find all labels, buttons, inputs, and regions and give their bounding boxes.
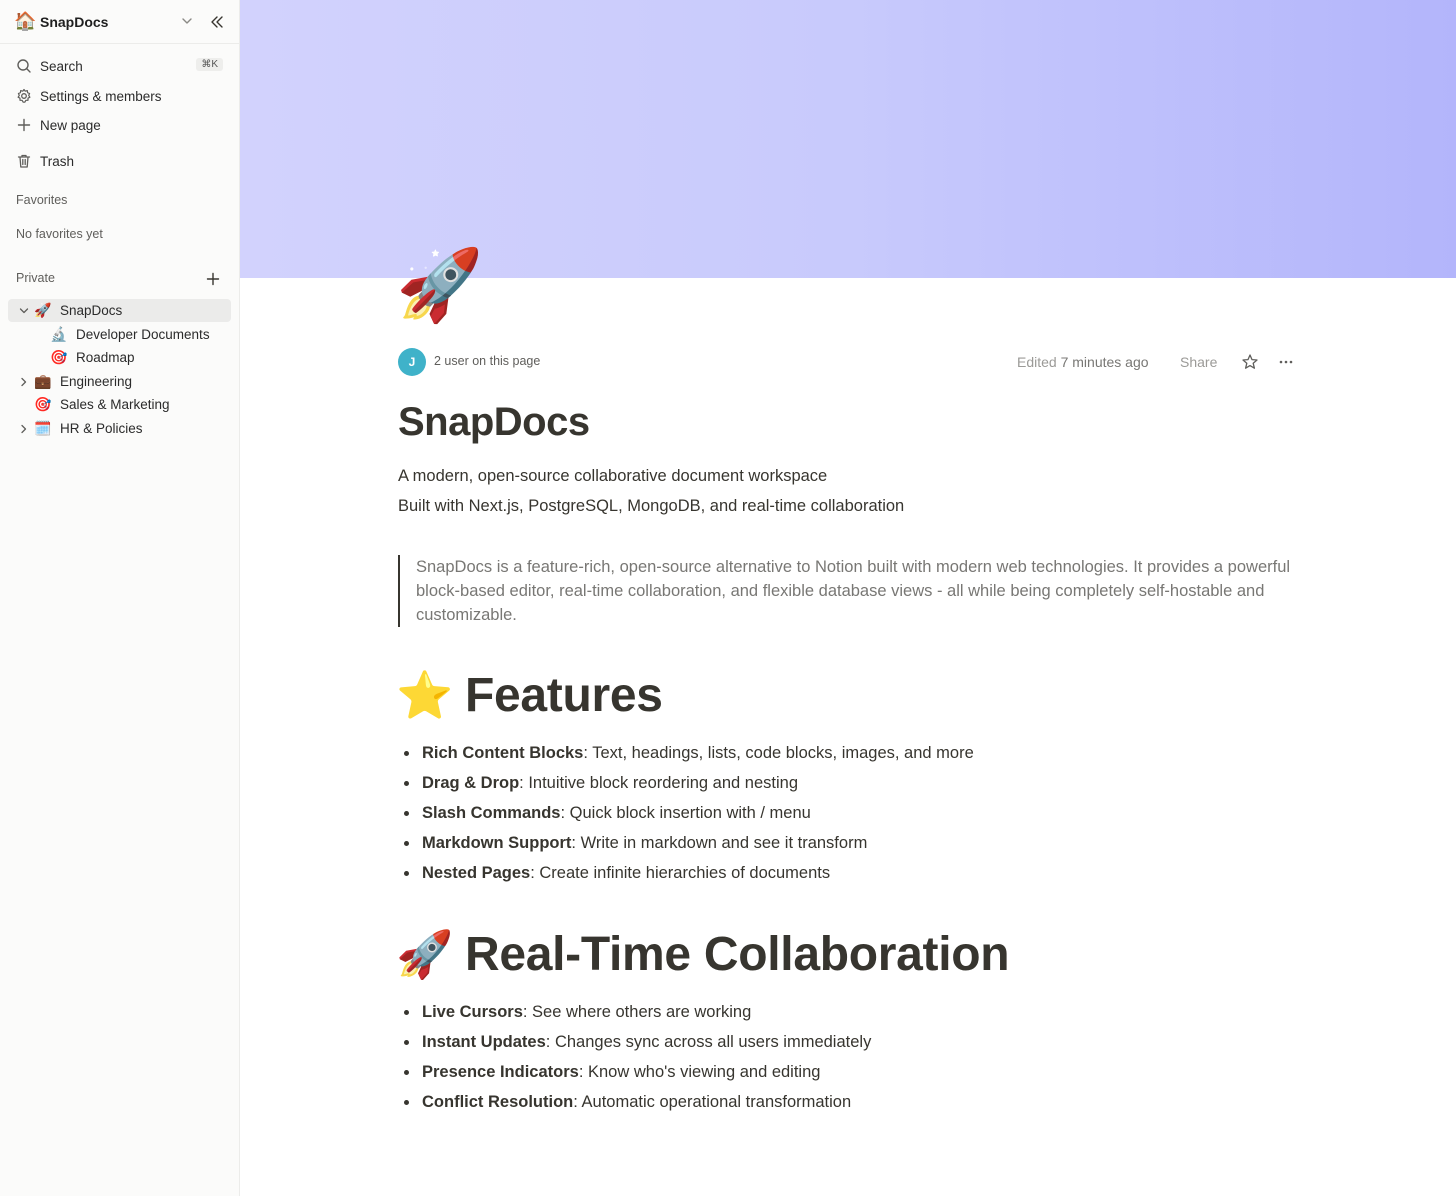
microscope-icon: 🔬 xyxy=(50,326,68,342)
list-item-term: Presence Indicators xyxy=(422,1063,579,1081)
tree-item-label: HR & Policies xyxy=(60,421,143,436)
trash-icon xyxy=(17,154,31,168)
chevron-right-icon[interactable] xyxy=(18,376,30,388)
heading-text: Features xyxy=(464,669,663,722)
list-item[interactable]: Nested Pages: Create infinite hierarchie… xyxy=(398,862,974,892)
search-icon xyxy=(17,59,31,73)
list-item[interactable]: Presence Indicators: Know who's viewing … xyxy=(398,1061,871,1091)
heading-real-time-collaboration[interactable]: 🚀 Real-Time Collaboration xyxy=(396,927,1010,982)
tree-item-label: SnapDocs xyxy=(60,303,123,318)
briefcase-icon: 💼 xyxy=(34,373,52,389)
rocket-icon: 🚀 xyxy=(34,302,52,318)
subtitle-line-2[interactable]: Built with Next.js, PostgreSQL, MongoDB,… xyxy=(398,497,904,516)
edited-time: 7 minutes ago xyxy=(1060,354,1149,370)
target-icon: 🎯 xyxy=(34,396,52,412)
intro-quote[interactable]: SnapDocs is a feature-rich, open-source … xyxy=(398,555,1338,627)
list-item-desc: : See where others are working xyxy=(522,1003,752,1021)
search-shortcut: ⌘K xyxy=(196,58,223,71)
list-item-desc: : Automatic operational transformation xyxy=(573,1093,852,1111)
presence-count: 2 user on this page xyxy=(434,354,541,368)
list-item-term: Instant Updates xyxy=(422,1033,546,1051)
heading-text: Real-Time Collaboration xyxy=(464,928,1010,981)
list-item-term: Conflict Resolution xyxy=(422,1093,574,1111)
list-item-desc: : Changes sync across all users immediat… xyxy=(545,1033,872,1051)
settings-label: Settings & members xyxy=(40,88,162,104)
share-button[interactable]: Share xyxy=(1180,354,1217,370)
tree-item-sales-marketing[interactable]: 🎯 Sales & Marketing xyxy=(34,393,231,416)
list-item-desc: : Text, headings, lists, code blocks, im… xyxy=(583,744,974,762)
list-item-term: Live Cursors xyxy=(422,1003,523,1021)
edited-prefix: Edited xyxy=(1017,354,1057,370)
list-item[interactable]: Live Cursors: See where others are worki… xyxy=(398,1001,871,1031)
tree-item-label: Sales & Marketing xyxy=(60,397,170,412)
list-item-term: Slash Commands xyxy=(422,804,561,822)
workspace-emoji: 🏠 xyxy=(14,11,37,31)
edited-status: Edited 7 minutes ago xyxy=(1017,354,1149,370)
list-item-desc: : Know who's viewing and editing xyxy=(578,1063,821,1081)
chevron-down-icon[interactable] xyxy=(180,14,194,28)
list-item[interactable]: Conflict Resolution: Automatic operation… xyxy=(398,1091,871,1121)
settings-button[interactable]: Settings & members xyxy=(8,83,231,109)
tree-item-label: Roadmap xyxy=(76,350,135,365)
plus-icon xyxy=(17,118,31,132)
more-options-icon[interactable] xyxy=(1277,353,1295,371)
tree-item-engineering[interactable]: 💼 Engineering xyxy=(18,370,231,393)
trash-label: Trash xyxy=(40,153,75,169)
tree-item-hr-policies[interactable]: 🗓️ HR & Policies xyxy=(18,417,231,440)
features-list: Rich Content Blocks: Text, headings, lis… xyxy=(398,742,974,892)
page-title[interactable]: SnapDocs xyxy=(398,400,590,445)
gear-icon xyxy=(17,88,31,103)
trash-button[interactable]: Trash xyxy=(8,148,231,174)
page-icon[interactable]: 🚀 xyxy=(396,250,483,320)
collaboration-list: Live Cursors: See where others are worki… xyxy=(398,1001,871,1121)
collapse-sidebar-icon[interactable] xyxy=(208,13,226,31)
heading-features[interactable]: ⭐ Features xyxy=(396,668,663,723)
sidebar: 🏠 SnapDocs Search ⌘K Settings & members … xyxy=(0,0,240,1196)
workspace-name: SnapDocs xyxy=(40,13,109,30)
private-heading: Private xyxy=(16,271,55,285)
page-cover[interactable] xyxy=(240,0,1456,278)
list-item-desc: : Quick block insertion with / menu xyxy=(560,804,811,822)
favorites-heading: Favorites xyxy=(16,193,68,207)
list-item[interactable]: Instant Updates: Changes sync across all… xyxy=(398,1031,871,1061)
chevron-down-icon[interactable] xyxy=(18,305,30,317)
list-item-desc: : Create infinite hierarchies of documen… xyxy=(530,864,831,882)
chevron-right-icon[interactable] xyxy=(18,423,30,435)
list-item-term: Drag & Drop xyxy=(422,774,520,792)
list-item-desc: : Intuitive block reordering and nesting xyxy=(519,774,799,792)
tree-item-label: Developer Documents xyxy=(76,327,210,342)
rocket-emoji-icon: 🚀 xyxy=(396,928,453,980)
list-item[interactable]: Slash Commands: Quick block insertion wi… xyxy=(398,802,974,832)
search-button[interactable]: Search ⌘K xyxy=(8,53,231,79)
list-item-term: Markdown Support xyxy=(422,834,572,852)
tree-item-developer-documents[interactable]: 🔬 Developer Documents xyxy=(50,323,231,346)
page-meta-bar: J 2 user on this page Edited 7 minutes a… xyxy=(398,348,1298,376)
list-item[interactable]: Rich Content Blocks: Text, headings, lis… xyxy=(398,742,974,772)
workspace-switcher[interactable]: 🏠 SnapDocs xyxy=(0,0,239,44)
list-item-term: Nested Pages xyxy=(422,864,531,882)
search-label: Search xyxy=(40,58,83,74)
calendar-icon: 🗓️ xyxy=(34,420,52,436)
favorites-empty-note: No favorites yet xyxy=(16,227,103,241)
new-page-button[interactable]: New page xyxy=(8,112,231,138)
star-emoji-icon: ⭐ xyxy=(396,669,453,721)
avatar[interactable]: J xyxy=(398,348,426,376)
list-item-term: Rich Content Blocks xyxy=(422,744,584,762)
subtitle-line-1[interactable]: A modern, open-source collaborative docu… xyxy=(398,467,827,486)
star-icon[interactable] xyxy=(1241,353,1259,371)
add-private-page-icon[interactable] xyxy=(205,271,221,287)
tree-item-roadmap[interactable]: 🎯 Roadmap xyxy=(50,346,231,369)
list-item[interactable]: Markdown Support: Write in markdown and … xyxy=(398,832,974,862)
list-item[interactable]: Drag & Drop: Intuitive block reordering … xyxy=(398,772,974,802)
tree-item-label: Engineering xyxy=(60,374,133,389)
new-page-label: New page xyxy=(40,117,101,133)
tree-item-snapdocs[interactable]: 🚀 SnapDocs xyxy=(8,299,231,322)
list-item-desc: : Write in markdown and see it transform xyxy=(571,834,868,852)
target-icon: 🎯 xyxy=(50,349,68,365)
